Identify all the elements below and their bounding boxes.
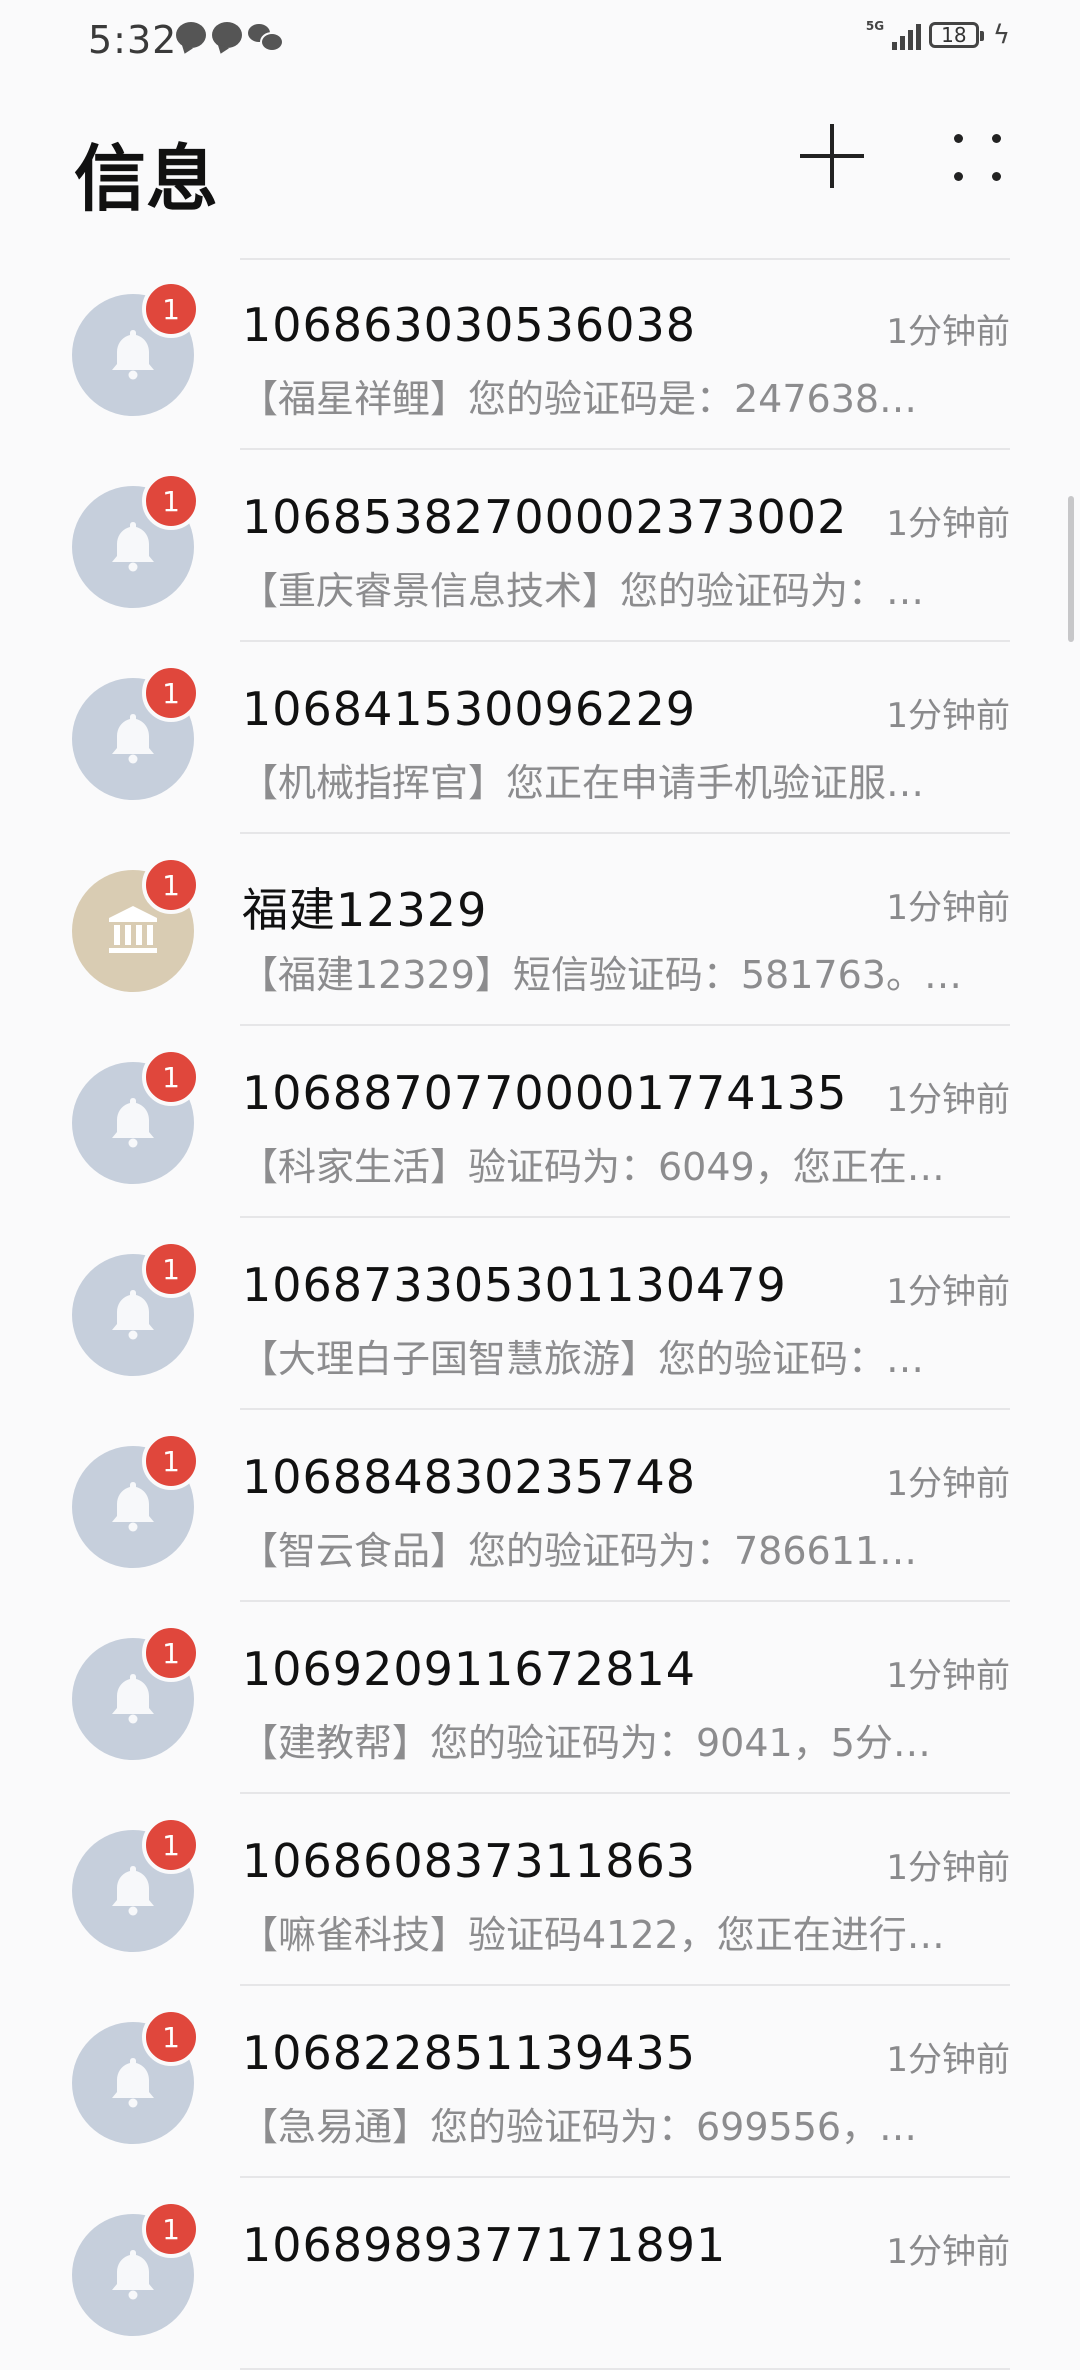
- message-time: 1分钟前: [886, 1848, 1010, 1888]
- message-time: 1分钟前: [886, 504, 1010, 544]
- unread-badge: 1: [142, 664, 200, 722]
- message-time: 1分钟前: [886, 1656, 1010, 1696]
- unread-badge: 1: [142, 280, 200, 338]
- sender-name: 106841530096229: [242, 682, 696, 736]
- network-type: 5G: [865, 19, 885, 33]
- sender-name: 106860837311863: [242, 1834, 696, 1888]
- message-time: 1分钟前: [886, 312, 1010, 352]
- message-time: 1分钟前: [886, 1464, 1010, 1504]
- unread-badge: 1: [142, 1240, 200, 1298]
- sender-name: 106884830235748: [242, 1450, 696, 1504]
- conversation-row[interactable]: 1 福建12329 1分钟前 【福建12329】短信验证码：581763。…: [0, 834, 1080, 1026]
- conversation-row[interactable]: 1 106873305301130479 1分钟前 【大理白子国智慧旅游】您的验…: [0, 1218, 1080, 1410]
- battery-icon: 18: [928, 22, 984, 48]
- message-preview: 【机械指挥官】您正在申请手机验证服…: [240, 761, 925, 805]
- status-bar: 5:32 5G 18 ϟ: [0, 0, 1080, 80]
- message-preview: 【福建12329】短信验证码：581763。…: [240, 953, 962, 997]
- conversation-row[interactable]: 1 106884830235748 1分钟前 【智云食品】您的验证码为：7866…: [0, 1410, 1080, 1602]
- message-time: 1分钟前: [886, 1272, 1010, 1312]
- conversation-row[interactable]: 1 106822851139435 1分钟前 【急易通】您的验证码为：69955…: [0, 1986, 1080, 2178]
- conversation-row[interactable]: 1 10688707700001774135 1分钟前 【科家生活】验证码为：6…: [0, 1026, 1080, 1218]
- sender-name: 106863030536038: [242, 298, 696, 352]
- sender-name: 106920911672814: [242, 1642, 696, 1696]
- message-time: 1分钟前: [886, 1080, 1010, 1120]
- message-time: 1分钟前: [886, 2040, 1010, 2080]
- conversation-row[interactable]: 1 106841530096229 1分钟前 【机械指挥官】您正在申请手机验证服…: [0, 642, 1080, 834]
- conversation-row[interactable]: 1 106860837311863 1分钟前 【嘛雀科技】验证码4122，您正在…: [0, 1794, 1080, 1986]
- wechat-icon: [248, 22, 284, 52]
- conversation-row[interactable]: 1 106863030536038 1分钟前 【福星祥鲤】您的验证码是：2476…: [0, 258, 1080, 450]
- unread-badge: 1: [142, 856, 200, 914]
- message-preview: 【建教帮】您的验证码为：9041，5分…: [240, 1721, 931, 1765]
- sender-name: 10688707700001774135: [242, 1066, 848, 1120]
- message-time: 1分钟前: [886, 2232, 1010, 2272]
- conversation-row[interactable]: 1 10685382700002373002 1分钟前 【重庆睿景信息技术】您的…: [0, 450, 1080, 642]
- status-right-icons: 5G 18 ϟ: [866, 20, 1010, 50]
- more-options-button[interactable]: [950, 130, 1006, 186]
- status-time: 5:32: [88, 18, 178, 62]
- message-time: 1分钟前: [886, 696, 1010, 736]
- message-preview: 【嘛雀科技】验证码4122，您正在进行…: [240, 1913, 945, 1957]
- sender-name: 1068989377171891: [242, 2218, 727, 2272]
- message-bubble-icon: [212, 22, 242, 48]
- scrollbar[interactable]: [1068, 496, 1074, 642]
- unread-badge: 1: [142, 1816, 200, 1874]
- sender-name: 106822851139435: [242, 2026, 696, 2080]
- message-time: 1分钟前: [886, 888, 1010, 928]
- unread-badge: 1: [142, 472, 200, 530]
- page-title: 信息: [74, 137, 219, 221]
- notification-icons: [176, 22, 284, 52]
- unread-badge: 1: [142, 1624, 200, 1682]
- unread-badge: 1: [142, 1048, 200, 1106]
- message-preview: 【智云食品】您的验证码为：786611…: [240, 1529, 918, 1573]
- sender-name: 106873305301130479: [242, 1258, 787, 1312]
- new-message-button[interactable]: [800, 124, 864, 188]
- message-bubble-icon: [176, 22, 206, 48]
- sender-name: 福建12329: [242, 883, 488, 937]
- message-preview: 【福星祥鲤】您的验证码是：247638…: [240, 377, 918, 421]
- sender-name: 10685382700002373002: [242, 490, 848, 544]
- unread-badge: 1: [142, 2200, 200, 2258]
- message-list: 1 106863030536038 1分钟前 【福星祥鲤】您的验证码是：2476…: [0, 258, 1080, 2370]
- message-preview: 【科家生活】验证码为：6049，您正在…: [240, 1145, 945, 1189]
- message-preview: 【大理白子国智慧旅游】您的验证码：…: [240, 1337, 925, 1381]
- conversation-row[interactable]: 1 1068989377171891 1分钟前: [0, 2178, 1080, 2370]
- charging-icon: ϟ: [992, 20, 1010, 50]
- battery-level: 18: [941, 23, 967, 47]
- unread-badge: 1: [142, 2008, 200, 2066]
- unread-badge: 1: [142, 1432, 200, 1490]
- message-preview: 【急易通】您的验证码为：699556，…: [240, 2105, 918, 2149]
- signal-icon: 5G: [866, 20, 921, 50]
- message-preview: 【重庆睿景信息技术】您的验证码为：…: [240, 569, 925, 613]
- conversation-row[interactable]: 1 106920911672814 1分钟前 【建教帮】您的验证码为：9041，…: [0, 1602, 1080, 1794]
- app-header: 信息: [0, 80, 1080, 260]
